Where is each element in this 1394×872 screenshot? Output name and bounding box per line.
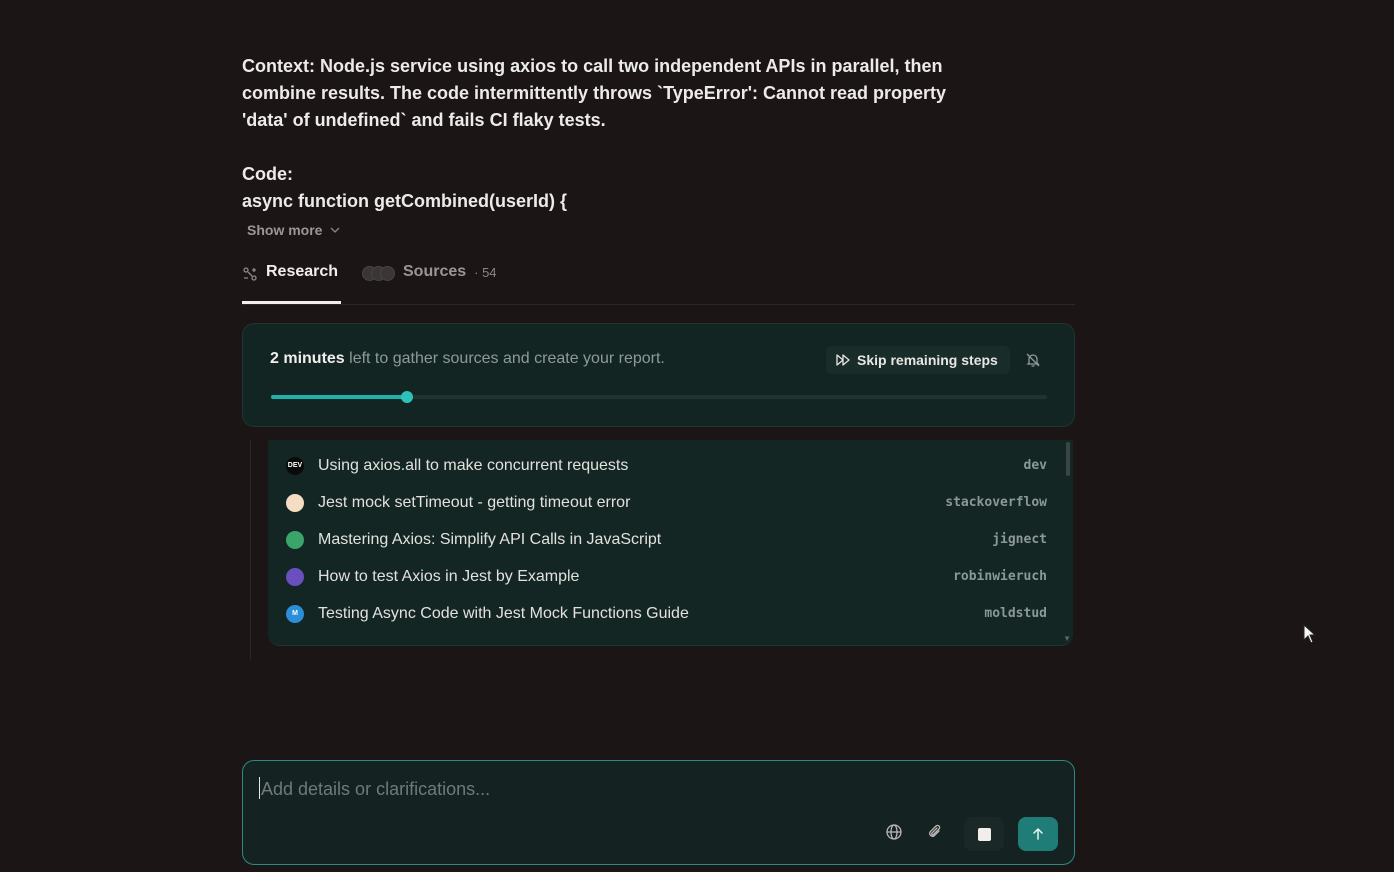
skip-remaining-steps-button[interactable]: Skip remaining steps [826, 346, 1010, 374]
arrow-up-icon [1033, 827, 1043, 840]
sources-list: ▼ DEV Using axios.all to make concurrent … [268, 440, 1073, 646]
progress-status-text: left to gather sources and create your r… [344, 350, 665, 367]
moldstud-logo-icon: M [286, 604, 304, 623]
source-title: Jest mock setTimeout - getting timeout e… [318, 493, 631, 511]
progress-bar [271, 391, 1047, 403]
progress-bar-knob [400, 391, 413, 403]
text-caret [259, 777, 260, 799]
sources-count: · 54 [474, 265, 497, 280]
globe-icon[interactable] [885, 823, 903, 841]
source-domain: robinwieruch [953, 569, 1047, 584]
stop-icon [977, 827, 991, 841]
source-title: Testing Async Code with Jest Mock Functi… [318, 604, 689, 622]
source-domain: stackoverflow [945, 495, 1047, 510]
tab-sources[interactable]: Sources · 54 [362, 258, 497, 304]
source-row[interactable]: DEV Using axios.all to make concurrent re… [286, 447, 1047, 484]
mouse-cursor-icon [1303, 624, 1317, 644]
source-domain: jignect [992, 532, 1047, 547]
source-title: Using axios.all to make concurrent reque… [318, 456, 629, 474]
bell-off-icon[interactable] [1025, 352, 1041, 368]
source-row[interactable]: M Testing Async Code with Jest Mock Funct… [286, 595, 1047, 632]
tab-sources-label: Sources [403, 263, 467, 280]
tab-research-label: Research [266, 263, 339, 280]
send-button[interactable] [1018, 817, 1058, 851]
query-line: Context: Node.js service using axios to … [242, 56, 943, 76]
sources-favicons-icon [362, 266, 395, 281]
scrollbar[interactable] [1066, 442, 1070, 476]
tab-bar: Research Sources · 54 [242, 258, 1075, 305]
query-text: Context: Node.js service using axios to … [242, 53, 1002, 215]
chevron-down-icon [331, 227, 340, 233]
query-line: 'data' of undefined` and fails CI flaky … [242, 110, 606, 130]
robinwieruch-logo-icon [286, 567, 304, 586]
source-title: Mastering Axios: Simplify API Calls in J… [318, 530, 662, 548]
stackoverflow-logo-icon [286, 493, 304, 512]
fast-forward-icon [836, 354, 850, 366]
show-more-button[interactable]: Show more [247, 222, 340, 238]
source-row[interactable]: Mastering Axios: Simplify API Calls in J… [286, 521, 1047, 558]
query-line: Code: [242, 164, 293, 184]
skip-label: Skip remaining steps [857, 352, 998, 368]
source-row[interactable]: How to test Axios in Jest by Example robi… [286, 558, 1047, 595]
clarification-input[interactable] [259, 775, 1043, 803]
scroll-down-icon[interactable]: ▼ [1063, 634, 1071, 643]
source-domain: moldstud [984, 606, 1047, 621]
progress-status: 2 minutes left to gather sources and cre… [270, 350, 665, 368]
source-title: How to test Axios in Jest by Example [318, 567, 580, 585]
research-progress-card: 2 minutes left to gather sources and cre… [242, 323, 1075, 427]
dev-logo-icon: DEV [286, 456, 304, 475]
show-more-label: Show more [247, 222, 323, 238]
timeline-line [250, 440, 251, 660]
time-remaining: 2 minutes [270, 350, 345, 367]
paperclip-icon[interactable] [926, 823, 944, 841]
stop-button[interactable] [964, 817, 1004, 851]
query-line: combine results. The code intermittently… [242, 83, 947, 103]
progress-bar-fill [271, 395, 407, 399]
source-domain: dev [1023, 458, 1047, 473]
source-row[interactable]: Jest mock setTimeout - getting timeout e… [286, 484, 1047, 521]
query-line: async function getCombined(userId) { [242, 191, 568, 211]
research-icon [243, 267, 257, 281]
jignect-logo-icon [286, 530, 304, 549]
tab-research[interactable]: Research [242, 258, 341, 304]
composer [242, 760, 1075, 865]
